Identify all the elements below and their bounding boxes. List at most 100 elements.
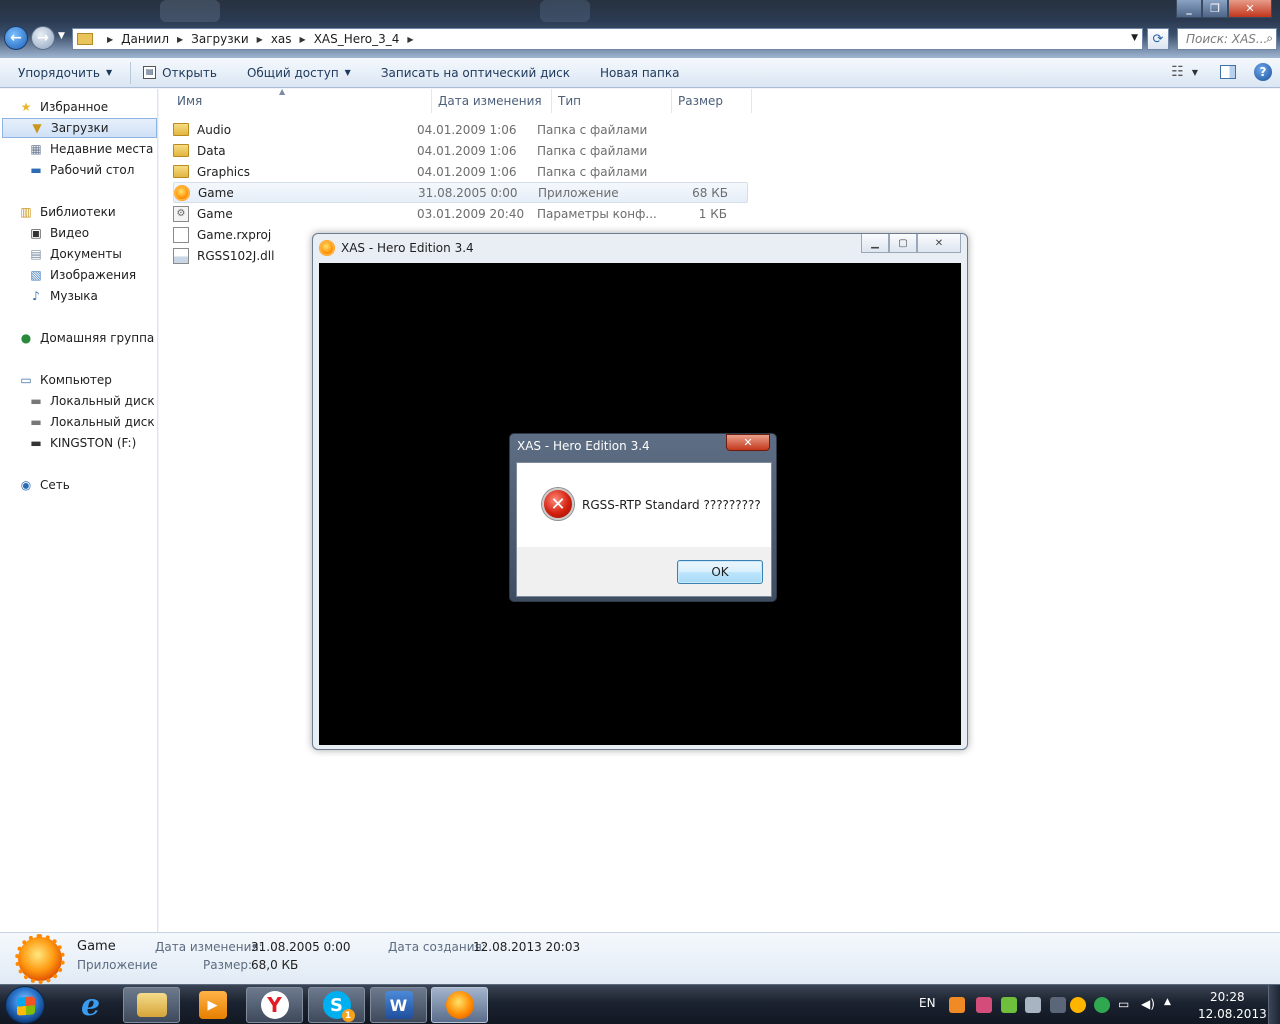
column-header-modified[interactable]: Дата изменения xyxy=(432,89,552,113)
chevron-right-icon[interactable]: ▶ xyxy=(257,35,263,44)
desktop-icon: ▬ xyxy=(30,163,42,177)
taskbar-media-player[interactable]: ▶ xyxy=(184,987,241,1023)
minimize-button[interactable]: ▁ xyxy=(861,234,889,253)
taskbar: e ▶ Y S 1 W EN ▭ ◀) ▲ 20:28 12.08.2013 xyxy=(0,984,1280,1024)
clock-time[interactable]: 20:28 xyxy=(1210,990,1245,1004)
tray-app-icon[interactable] xyxy=(1070,997,1086,1013)
steam-icon[interactable] xyxy=(1050,997,1066,1013)
breadcrumb-item[interactable]: Загрузки xyxy=(191,32,249,46)
show-desktop-button[interactable] xyxy=(1268,985,1280,1024)
organize-button[interactable]: Упорядочить ▼ xyxy=(18,66,112,80)
preview-pane-icon[interactable] xyxy=(1220,65,1236,79)
volume-icon[interactable]: ◀) xyxy=(1141,997,1157,1013)
nav-network[interactable]: ◉ Сеть xyxy=(18,475,70,495)
tray-app-icon[interactable] xyxy=(1025,997,1041,1013)
nav-video[interactable]: ▣ Видео xyxy=(28,223,89,243)
breadcrumb-item[interactable]: Даниил xyxy=(121,32,169,46)
new-folder-button[interactable]: Новая папка xyxy=(600,66,679,80)
error-dialog[interactable]: XAS - Hero Edition 3.4 ✕ ✕ RGSS-RTP Stan… xyxy=(509,433,777,602)
dialog-close-button[interactable]: ✕ xyxy=(726,434,770,451)
file-row[interactable]: Data 04.01.2009 1:06 Папка с файлами xyxy=(173,140,748,161)
open-button[interactable]: ▤ Открыть xyxy=(143,66,217,80)
tray-app-icon[interactable] xyxy=(1094,997,1110,1013)
column-headers: Имя ▲ Дата изменения Тип Размер xyxy=(159,87,759,113)
file-row[interactable]: Graphics 04.01.2009 1:06 Папка с файлами xyxy=(173,161,748,182)
chevron-right-icon[interactable]: ▶ xyxy=(107,35,113,44)
share-button[interactable]: Общий доступ ▼ xyxy=(247,66,351,80)
show-hidden-icons-icon[interactable]: ▲ xyxy=(1164,997,1180,1013)
nav-recent-places[interactable]: ▦ Недавние места xyxy=(28,139,153,159)
column-header-name[interactable]: Имя ▲ xyxy=(159,87,432,113)
change-view-icon[interactable]: ☷ xyxy=(1171,64,1184,80)
address-bar[interactable]: ▶ Даниил ▶ Загрузки ▶ xas ▶ XAS_Hero_3_4… xyxy=(72,28,1143,50)
nav-kingston[interactable]: ▬ KINGSTON (F:) xyxy=(28,433,136,453)
folder-icon xyxy=(173,123,189,136)
breadcrumb-item[interactable]: XAS_Hero_3_4 xyxy=(314,32,400,46)
forward-button[interactable]: → xyxy=(31,26,55,50)
network-status-icon[interactable]: ▭ xyxy=(1118,997,1134,1013)
maximize-button[interactable]: ▢ xyxy=(889,234,917,253)
chevron-down-icon: ▼ xyxy=(344,68,351,77)
file-row[interactable]: Audio 04.01.2009 1:06 Папка с файлами xyxy=(173,119,748,140)
tray-app-icon[interactable] xyxy=(1001,997,1017,1013)
refresh-button[interactable]: ⟳ xyxy=(1147,28,1169,50)
documents-icon: ▤ xyxy=(30,247,42,261)
ok-label: OK xyxy=(711,565,729,579)
chevron-down-icon[interactable]: ▼ xyxy=(1192,68,1198,77)
media-player-icon: ▶ xyxy=(198,991,227,1019)
nav-pictures[interactable]: ▧ Изображения xyxy=(28,265,136,285)
tray-app-icon[interactable] xyxy=(949,997,965,1013)
nav-libraries[interactable]: ▥ Библиотеки xyxy=(18,202,115,222)
nav-label: Компьютер xyxy=(40,373,112,387)
chevron-right-icon[interactable]: ▶ xyxy=(407,35,413,44)
ok-button[interactable]: OK xyxy=(677,560,763,584)
start-button[interactable] xyxy=(5,986,45,1024)
nav-desktop[interactable]: ▬ Рабочий стол xyxy=(28,160,134,180)
star-icon: ★ xyxy=(20,100,32,114)
error-icon: ✕ xyxy=(542,488,574,520)
column-header-size[interactable]: Размер xyxy=(672,89,752,113)
nav-downloads[interactable]: ▼ Загрузки xyxy=(2,118,157,138)
nav-favorites[interactable]: ★ Избранное xyxy=(18,97,109,117)
file-name: Game xyxy=(198,185,234,200)
column-header-type[interactable]: Тип xyxy=(552,89,672,113)
search-icon[interactable]: ⌕ xyxy=(1266,31,1273,46)
close-button[interactable]: ✕ xyxy=(917,234,961,253)
tray-app-icon[interactable] xyxy=(976,997,992,1013)
taskbar-word[interactable]: W xyxy=(370,987,427,1023)
chevron-right-icon[interactable]: ▶ xyxy=(177,35,183,44)
clock-date[interactable]: 12.08.2013 xyxy=(1198,1007,1267,1021)
chevron-right-icon[interactable]: ▶ xyxy=(300,35,306,44)
close-button[interactable]: ✕ xyxy=(1228,0,1272,18)
nav-computer[interactable]: ▭ Компьютер xyxy=(18,370,112,390)
address-dropdown-button[interactable]: ▼ xyxy=(1131,33,1138,43)
taskbar-yandex-browser[interactable]: Y xyxy=(246,987,303,1023)
nav-disk-d[interactable]: ▬ Локальный диск (D xyxy=(28,412,172,432)
column-label: Тип xyxy=(558,94,581,108)
file-row[interactable]: ⚙ Game 03.01.2009 20:40 Параметры конф...… xyxy=(173,203,748,224)
file-type: Параметры конф... xyxy=(537,206,657,221)
help-icon[interactable]: ? xyxy=(1254,63,1272,81)
recent-pages-dropdown[interactable]: ▼ xyxy=(58,31,65,41)
taskbar-internet-explorer[interactable]: e xyxy=(62,987,119,1023)
details-pane: Game Приложение Дата изменения: 31.08.20… xyxy=(0,932,1280,984)
file-row-selected[interactable]: Game 31.08.2005 0:00 Приложение 68 КБ xyxy=(173,182,748,203)
nav-music[interactable]: ♪ Музыка xyxy=(28,286,98,306)
file-modified: 04.01.2009 1:06 xyxy=(417,143,517,158)
app-icon xyxy=(15,934,65,984)
details-file-name: Game xyxy=(77,939,116,954)
arrow-left-icon: ← xyxy=(10,30,22,46)
taskbar-game[interactable] xyxy=(431,987,488,1023)
back-button[interactable]: ← xyxy=(4,26,28,50)
burn-button[interactable]: Записать на оптический диск xyxy=(381,66,570,80)
breadcrumb-item[interactable]: xas xyxy=(271,32,292,46)
taskbar-file-explorer[interactable] xyxy=(123,987,180,1023)
nav-disk-c[interactable]: ▬ Локальный диск (C xyxy=(28,391,171,411)
nav-homegroup[interactable]: ● Домашняя группа xyxy=(18,328,155,348)
minimize-button[interactable]: _ xyxy=(1176,0,1202,18)
taskbar-skype[interactable]: S 1 xyxy=(308,987,365,1023)
search-input[interactable]: Поиск: XAS... ⌕ xyxy=(1177,28,1277,50)
maximize-button[interactable]: ❐ xyxy=(1202,0,1228,18)
language-indicator[interactable]: EN xyxy=(919,996,936,1010)
nav-documents[interactable]: ▤ Документы xyxy=(28,244,121,264)
